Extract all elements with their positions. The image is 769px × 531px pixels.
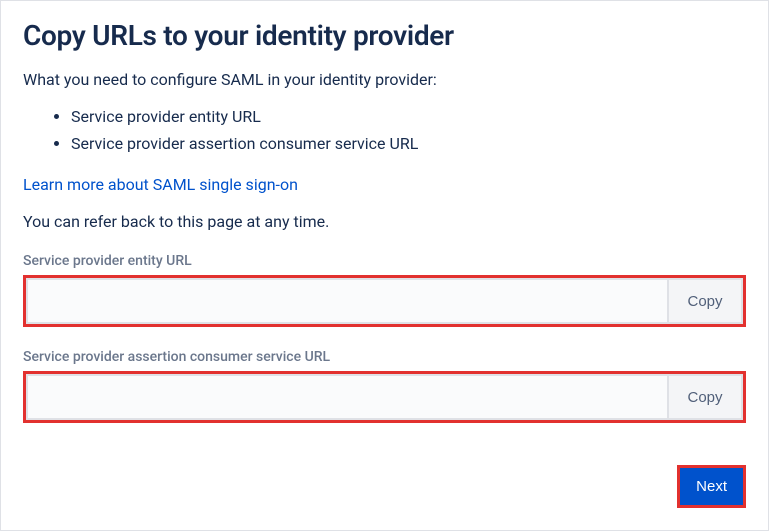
next-button[interactable]: Next <box>680 468 743 505</box>
refer-note: You can refer back to this page at any t… <box>23 212 746 231</box>
entity-url-group: Service provider entity URL Copy <box>23 253 746 327</box>
saml-config-panel: Copy URLs to your identity provider What… <box>0 0 769 531</box>
learn-more-link[interactable]: Learn more about SAML single sign-on <box>23 175 298 194</box>
acs-url-input[interactable] <box>26 374 667 420</box>
copy-acs-button[interactable]: Copy <box>667 374 743 420</box>
intro-text: What you need to configure SAML in your … <box>23 70 746 89</box>
list-item: Service provider assertion consumer serv… <box>71 130 746 157</box>
entity-url-input[interactable] <box>26 278 667 324</box>
entity-url-label: Service provider entity URL <box>23 253 746 269</box>
acs-url-group: Service provider assertion consumer serv… <box>23 349 746 423</box>
list-item: Service provider entity URL <box>71 103 746 130</box>
requirements-list: Service provider entity URL Service prov… <box>23 103 746 157</box>
next-highlight: Next <box>677 465 746 508</box>
acs-url-row: Copy <box>23 371 746 423</box>
footer: Next <box>677 465 746 508</box>
copy-entity-button[interactable]: Copy <box>667 278 743 324</box>
page-title: Copy URLs to your identity provider <box>23 19 746 52</box>
acs-url-label: Service provider assertion consumer serv… <box>23 349 746 365</box>
entity-url-row: Copy <box>23 275 746 327</box>
